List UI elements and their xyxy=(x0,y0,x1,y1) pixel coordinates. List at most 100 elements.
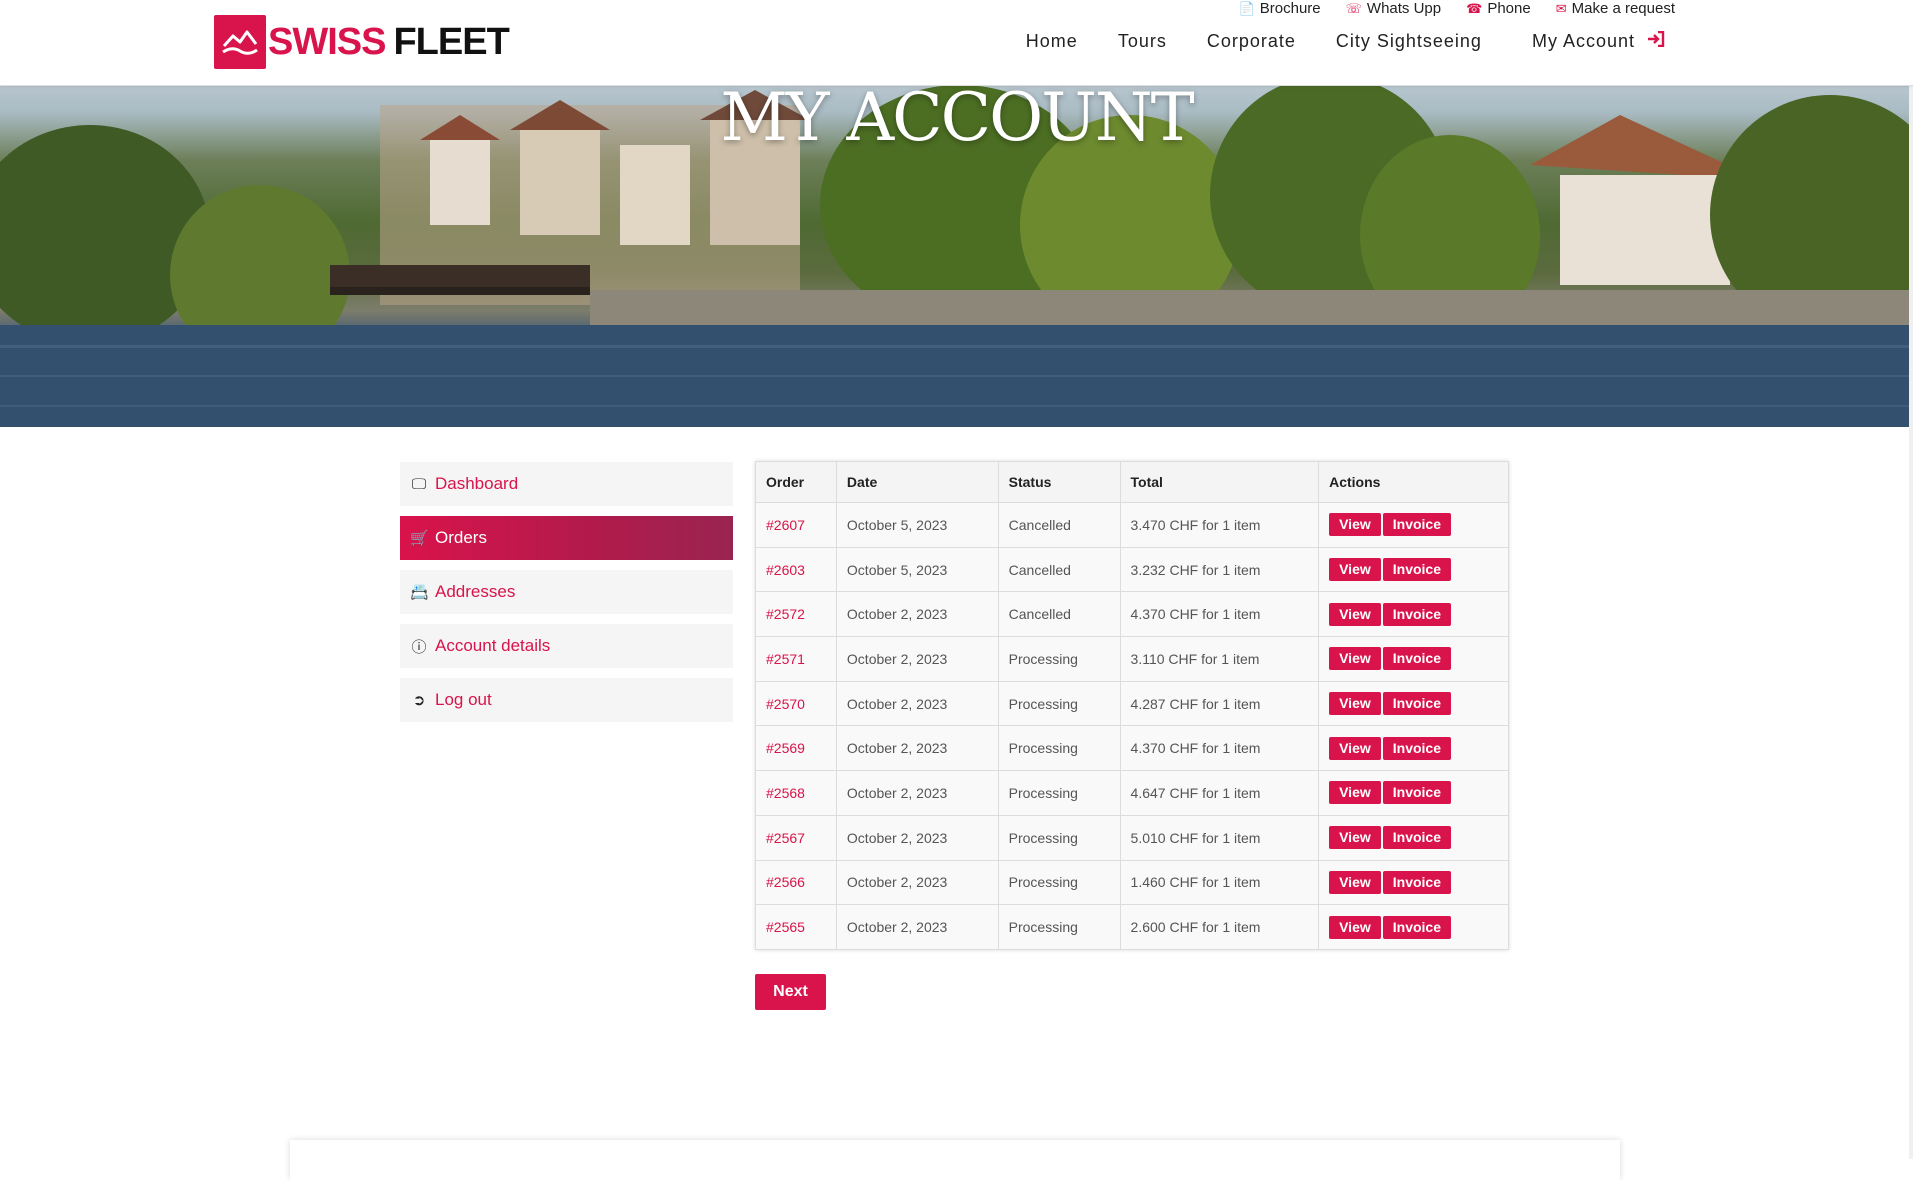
invoice-button[interactable]: Invoice xyxy=(1382,736,1451,760)
column-header-status: Status xyxy=(997,461,1121,503)
whatsapp-label: Whats Upp xyxy=(1366,0,1442,17)
logout-icon: ➲ xyxy=(412,692,426,709)
sidebar-item-dashboard[interactable]: 🖵 Dashboard xyxy=(400,462,733,506)
column-header-total: Total xyxy=(1119,461,1320,503)
invoice-button[interactable]: Invoice xyxy=(1382,602,1451,626)
logo[interactable]: SWISS FLEET xyxy=(214,15,510,69)
order-date: October 5, 2023 xyxy=(835,546,999,593)
order-actions: View Invoice xyxy=(1318,814,1509,861)
order-number-link[interactable]: #2569 xyxy=(755,725,837,772)
phone-icon: ☎ xyxy=(1466,1,1483,16)
logo-mark-icon xyxy=(214,15,266,69)
view-button[interactable]: View xyxy=(1329,692,1381,716)
invoice-button[interactable]: Invoice xyxy=(1382,692,1451,716)
order-actions: View Invoice xyxy=(1318,904,1509,950)
sidebar-item-log-out[interactable]: ➲ Log out xyxy=(400,678,733,722)
table-row: #2567 October 2, 2023 Processing 5.010 CHF … xyxy=(755,814,1509,861)
nav-corporate[interactable]: Corporate xyxy=(1207,31,1296,52)
order-actions: View Invoice xyxy=(1318,680,1509,727)
table-row: #2568 October 2, 2023 Processing 4.647 CHF … xyxy=(755,770,1509,816)
logo-text-swiss: SWISS xyxy=(268,20,386,63)
view-button[interactable]: View xyxy=(1329,826,1381,850)
sidebar-item-label: Orders xyxy=(435,528,487,547)
order-number-link[interactable]: #2566 xyxy=(755,859,837,906)
order-date: October 2, 2023 xyxy=(835,636,999,682)
order-date: October 2, 2023 xyxy=(835,680,999,727)
next-page-button[interactable]: Next xyxy=(755,974,826,1010)
order-number-link[interactable]: #2568 xyxy=(755,770,837,816)
invoice-button[interactable]: Invoice xyxy=(1382,647,1451,671)
order-date: October 2, 2023 xyxy=(835,770,999,816)
order-status: Processing xyxy=(997,680,1121,727)
action-buttons: View Invoice xyxy=(1329,513,1498,537)
nav-tours[interactable]: Tours xyxy=(1118,31,1167,52)
view-button[interactable]: View xyxy=(1329,513,1381,537)
make-request-link[interactable]: ✉ Make a request xyxy=(1556,0,1675,17)
whatsapp-icon: ☏ xyxy=(1345,1,1362,16)
sidebar-item-addresses[interactable]: 📇 Addresses xyxy=(400,570,733,614)
nav-my-account-label: My Account xyxy=(1531,31,1635,51)
whatsapp-link[interactable]: ☏ Whats Upp xyxy=(1346,0,1441,17)
nav-city-sightseeing[interactable]: City Sightseeing xyxy=(1336,31,1482,52)
scrollbar[interactable] xyxy=(1909,0,1913,1159)
view-button[interactable]: View xyxy=(1329,736,1381,760)
invoice-button[interactable]: Invoice xyxy=(1382,826,1451,850)
order-number-link[interactable]: #2567 xyxy=(755,814,837,861)
order-actions: View Invoice xyxy=(1318,591,1509,638)
table-row: #2572 October 2, 2023 Cancelled 4.370 CHF f… xyxy=(755,591,1509,638)
table-row: #2571 October 2, 2023 Processing 3.110 CHF … xyxy=(755,636,1509,682)
order-status: Processing xyxy=(997,859,1121,906)
footer-card xyxy=(290,1140,1620,1180)
sidebar-item-label: Dashboard xyxy=(435,474,519,493)
order-status: Cancelled xyxy=(997,502,1121,548)
file-pdf-icon: 📄 xyxy=(1238,1,1255,16)
view-button[interactable]: View xyxy=(1329,915,1381,939)
order-actions: View Invoice xyxy=(1318,859,1509,906)
nav-my-account[interactable]: My Account xyxy=(1531,30,1665,52)
sidebar-item-label: Addresses xyxy=(435,582,516,601)
action-buttons: View Invoice xyxy=(1329,870,1498,894)
action-buttons: View Invoice xyxy=(1329,647,1498,671)
sidebar-item-label: Log out xyxy=(435,690,492,709)
order-status: Processing xyxy=(997,636,1121,682)
brochure-link[interactable]: 📄 Brochure xyxy=(1239,0,1321,17)
order-number-link[interactable]: #2570 xyxy=(755,680,837,727)
invoice-button[interactable]: Invoice xyxy=(1382,781,1451,805)
action-buttons: View Invoice xyxy=(1329,602,1498,626)
table-row: #2607 October 5, 2023 Cancelled 3.470 CHF f… xyxy=(755,502,1509,548)
order-total: 4.370 CHF for 1 item xyxy=(1119,725,1320,772)
sidebar-item-orders[interactable]: 🛒 Orders xyxy=(400,516,733,560)
invoice-button[interactable]: Invoice xyxy=(1382,870,1451,894)
invoice-button[interactable]: Invoice xyxy=(1382,513,1451,537)
nav-home[interactable]: Home xyxy=(1026,31,1078,52)
invoice-button[interactable]: Invoice xyxy=(1382,915,1451,939)
view-button[interactable]: View xyxy=(1329,558,1381,582)
table-row: #2603 October 5, 2023 Cancelled 3.232 CHF f… xyxy=(755,546,1509,593)
order-number-link[interactable]: #2572 xyxy=(755,591,837,638)
address-card-icon: 📇 xyxy=(410,584,429,601)
action-buttons: View Invoice xyxy=(1329,781,1498,805)
order-number-link[interactable]: #2607 xyxy=(755,502,837,548)
order-number-link[interactable]: #2571 xyxy=(755,636,837,682)
view-button[interactable]: View xyxy=(1329,647,1381,671)
order-date: October 2, 2023 xyxy=(835,725,999,772)
order-date: October 2, 2023 xyxy=(835,859,999,906)
phone-link[interactable]: ☎ Phone xyxy=(1466,0,1531,17)
table-row: #2570 October 2, 2023 Processing 4.287 CHF … xyxy=(755,680,1509,727)
order-status: Processing xyxy=(997,814,1121,861)
order-actions: View Invoice xyxy=(1318,502,1509,548)
view-button[interactable]: View xyxy=(1329,781,1381,805)
sidebar-item-account-details[interactable]: ⓘ Account details xyxy=(400,624,733,668)
order-total: 2.600 CHF for 1 item xyxy=(1119,904,1320,950)
view-button[interactable]: View xyxy=(1329,602,1381,626)
invoice-button[interactable]: Invoice xyxy=(1382,558,1451,582)
order-number-link[interactable]: #2565 xyxy=(755,904,837,950)
order-date: October 2, 2023 xyxy=(835,904,999,950)
order-actions: View Invoice xyxy=(1318,725,1509,772)
dashboard-icon: 🖵 xyxy=(411,475,427,493)
action-buttons: View Invoice xyxy=(1329,826,1498,850)
order-number-link[interactable]: #2603 xyxy=(755,546,837,593)
brochure-label: Brochure xyxy=(1259,0,1321,17)
column-header-date: Date xyxy=(835,461,999,503)
view-button[interactable]: View xyxy=(1329,870,1381,894)
